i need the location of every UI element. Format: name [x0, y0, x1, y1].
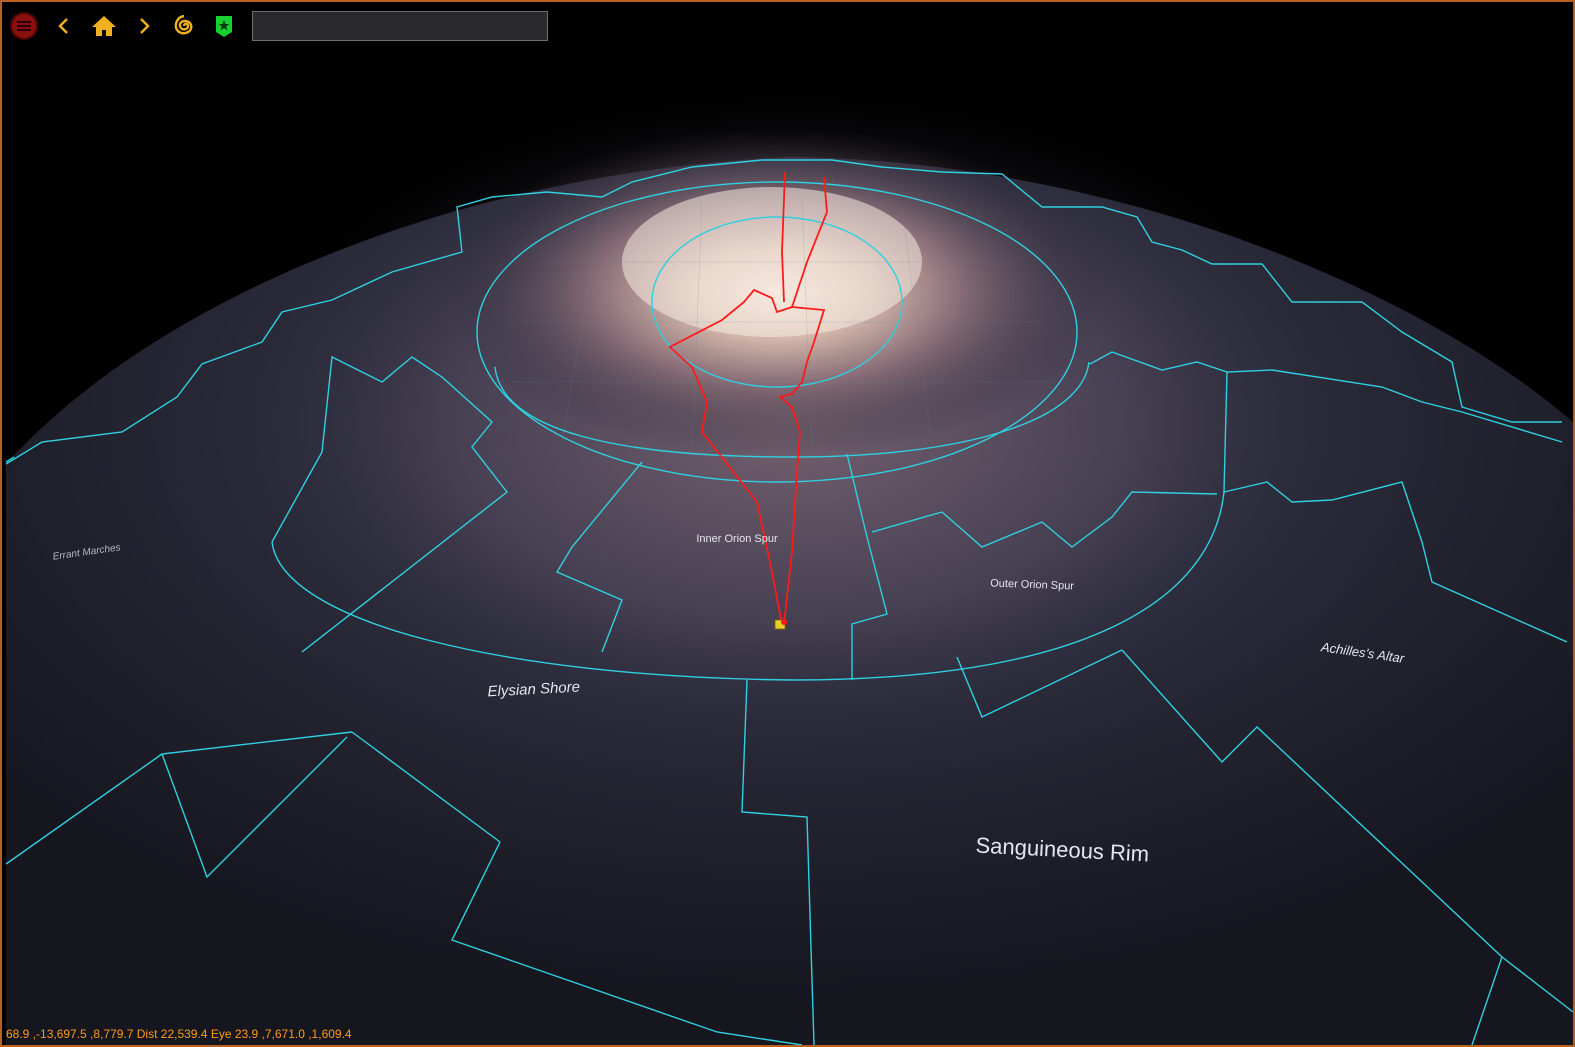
hamburger-menu-icon: [10, 12, 38, 40]
home-button[interactable]: [86, 8, 122, 44]
chevron-right-icon: [140, 18, 150, 34]
chevron-left-icon: [58, 18, 68, 34]
galaxy-map-canvas[interactable]: Inner Orion Spur Outer Orion Spur Elysia…: [2, 2, 1573, 1045]
camera-coordinates-readout: 68.9 ,-13,697.5 ,8,779.7 Dist 22,539.4 E…: [6, 1027, 352, 1041]
back-button[interactable]: [46, 8, 82, 44]
galaxy-spiral-icon: [174, 14, 193, 35]
home-icon: [92, 16, 116, 36]
bookmarks-button[interactable]: [206, 8, 242, 44]
galaxy-view-button[interactable]: [166, 8, 202, 44]
galaxy-map-window: Inner Orion Spur Outer Orion Spur Elysia…: [0, 0, 1575, 1047]
region-label-inner-orion-spur: Inner Orion Spur: [696, 533, 778, 545]
search-input[interactable]: [252, 11, 548, 41]
route-origin-dot: [781, 619, 787, 625]
star-badge-icon: [216, 16, 232, 37]
menu-button[interactable]: [6, 8, 42, 44]
top-toolbar: [6, 6, 1569, 46]
forward-button[interactable]: [126, 8, 162, 44]
